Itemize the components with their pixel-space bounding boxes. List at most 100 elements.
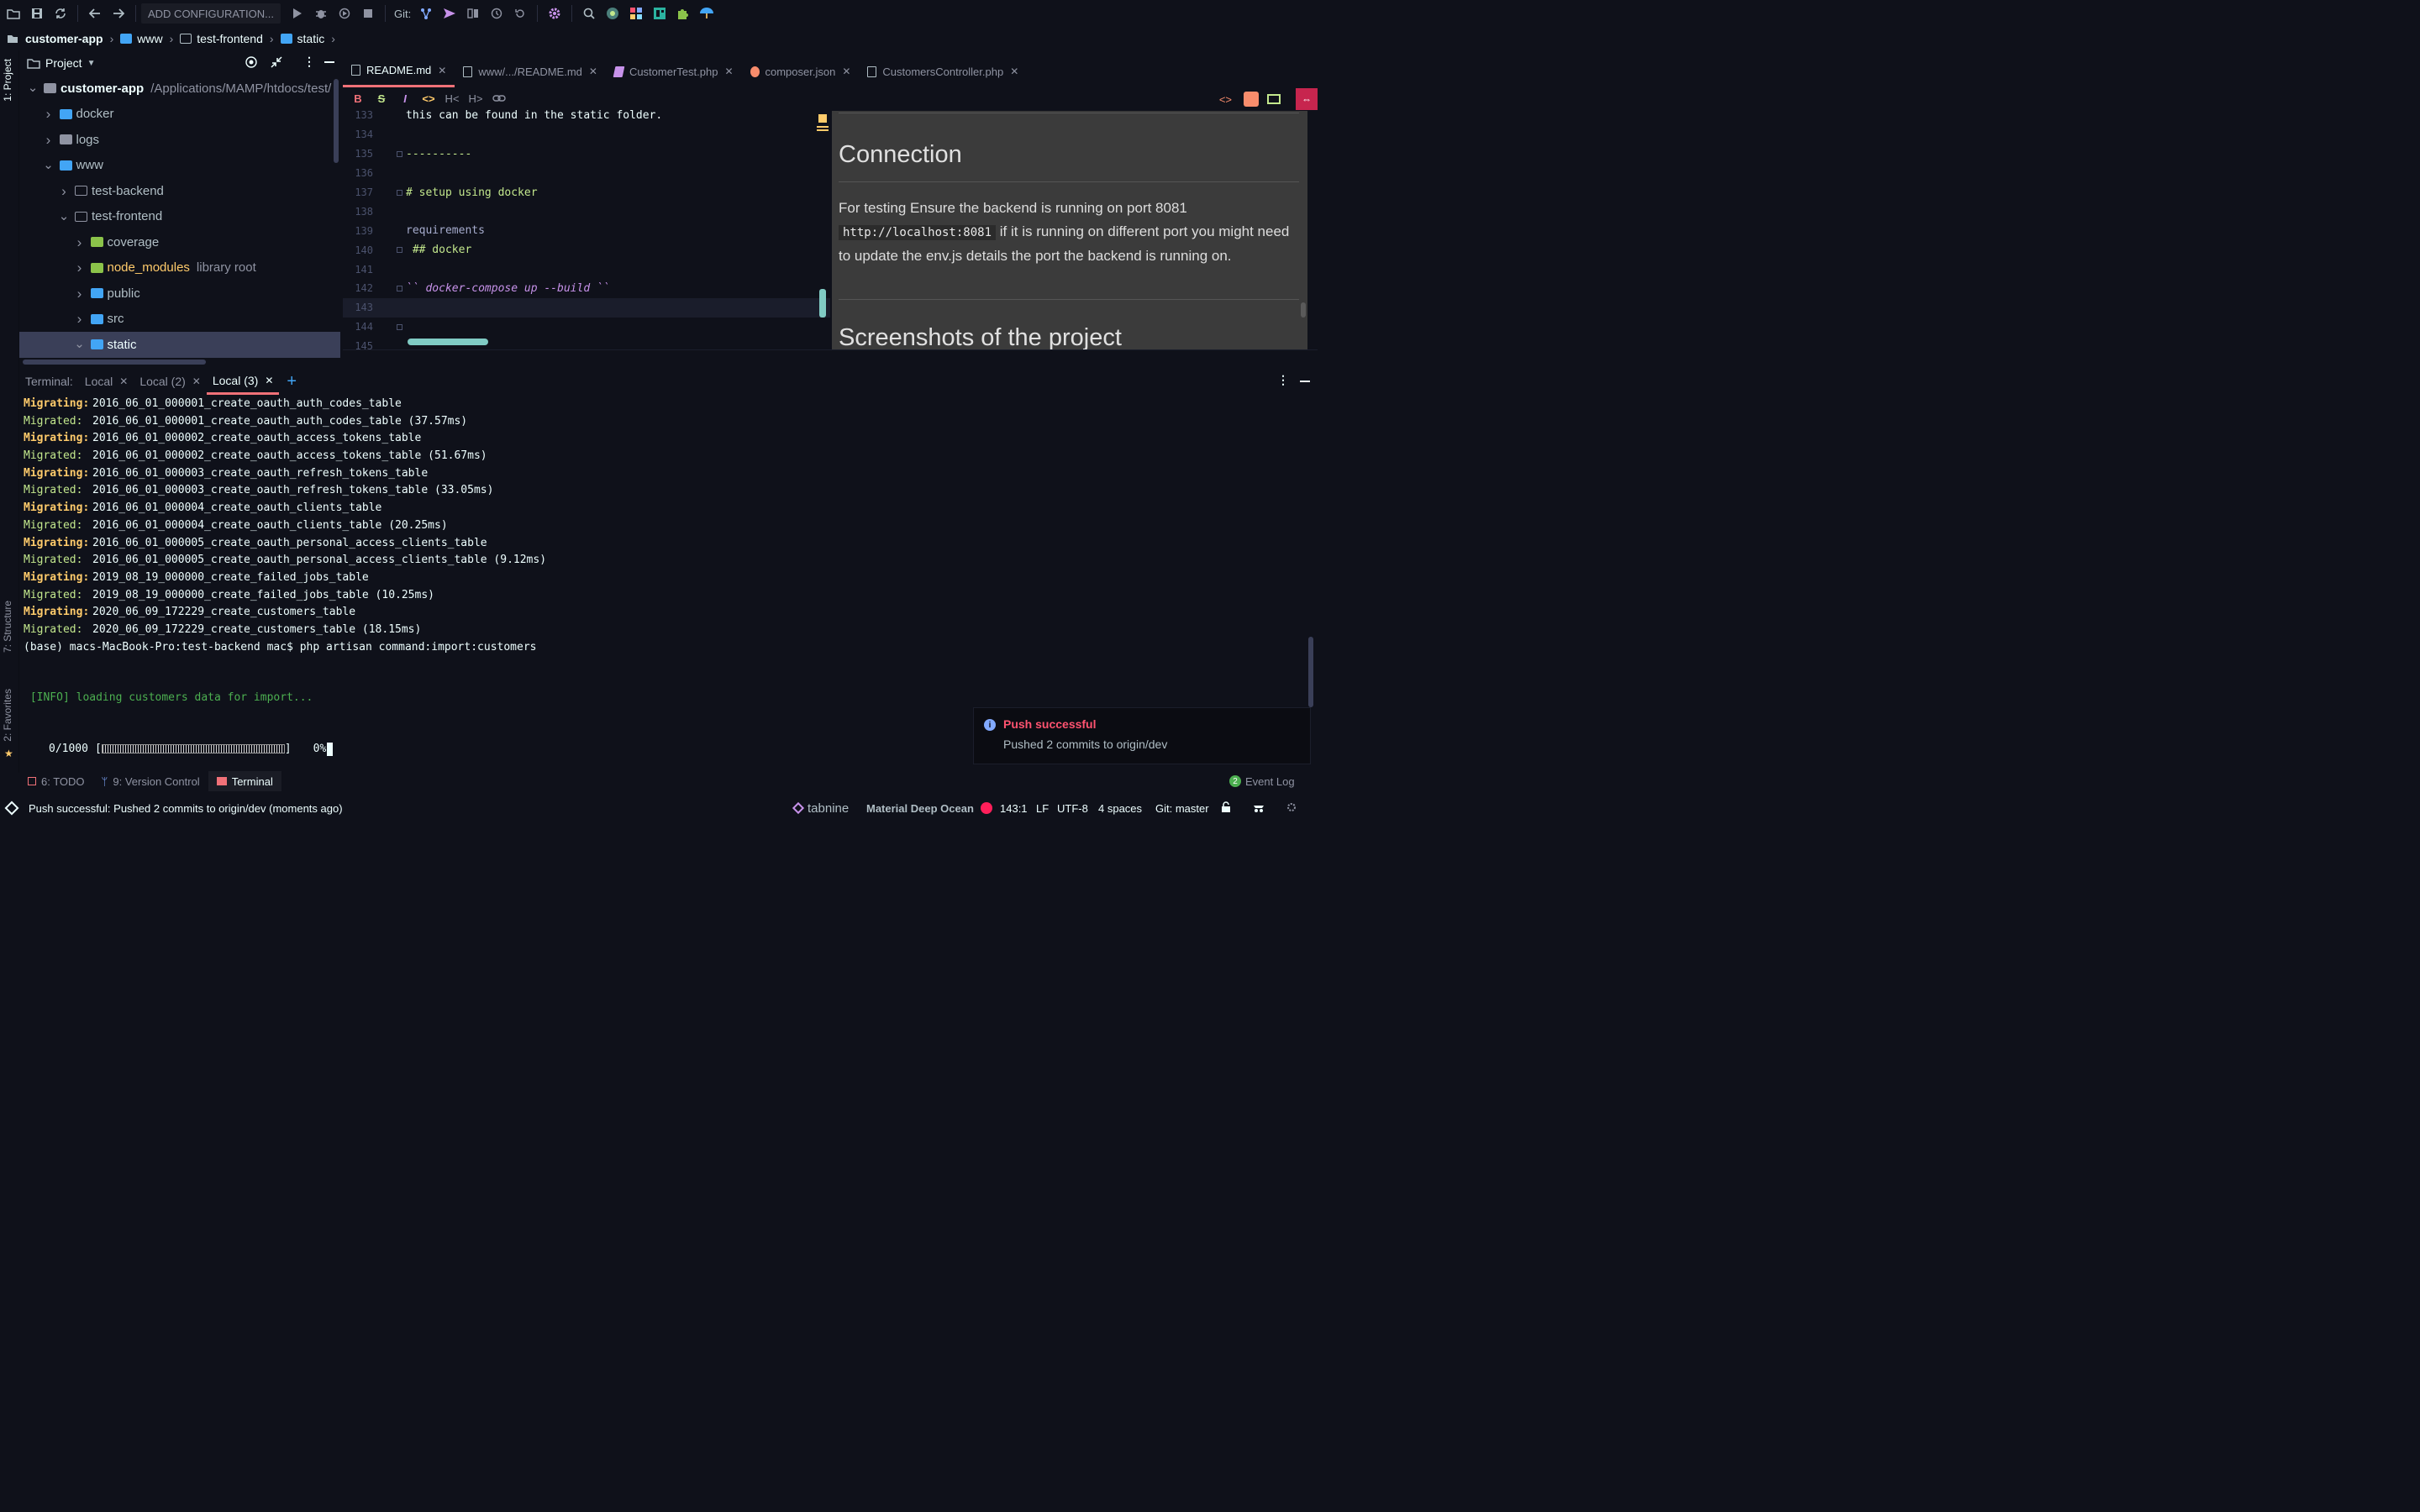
- close-icon[interactable]: ✕: [192, 375, 201, 387]
- umbrella-icon[interactable]: [697, 3, 717, 24]
- theme-widget[interactable]: Material Deep Ocean: [866, 802, 974, 815]
- preview-width-icon[interactable]: ⇔: [1296, 88, 1318, 110]
- tree-item[interactable]: › logs: [19, 127, 340, 153]
- terminal-tab-local-2[interactable]: Local (2) ✕: [134, 368, 207, 395]
- inspector-icon[interactable]: [1252, 801, 1265, 816]
- tree-item[interactable]: ⌄ www: [19, 153, 340, 179]
- lock-icon[interactable]: [1221, 801, 1231, 816]
- layout-plugin-icon[interactable]: [650, 3, 670, 24]
- tree-item[interactable]: › coverage: [19, 229, 340, 255]
- stop-icon[interactable]: [358, 3, 378, 24]
- caret-position[interactable]: 143:1: [1000, 802, 1028, 815]
- event-log-button[interactable]: 2 Event Log: [1221, 771, 1303, 791]
- chevron-right-icon[interactable]: ›: [42, 107, 55, 121]
- git-push-icon[interactable]: [439, 3, 460, 24]
- increase-heading-icon[interactable]: H>: [464, 92, 487, 105]
- chevron-right-icon[interactable]: ›: [73, 286, 87, 301]
- git-history-icon[interactable]: [487, 3, 507, 24]
- bold-icon[interactable]: B: [346, 92, 370, 105]
- grid-plugin-icon[interactable]: [626, 3, 646, 24]
- settings-icon[interactable]: [544, 3, 565, 24]
- fold-marker-icon[interactable]: [397, 285, 402, 291]
- tree-item[interactable]: › test-backend: [19, 178, 340, 204]
- tree-item[interactable]: › public: [19, 281, 340, 307]
- editor-horizontal-scrollbar[interactable]: [408, 339, 488, 345]
- close-icon[interactable]: ✕: [724, 66, 733, 77]
- tree-item[interactable]: ⌄ test-frontend: [19, 204, 340, 230]
- locate-file-icon[interactable]: [245, 55, 258, 71]
- collapse-all-icon[interactable]: [270, 55, 283, 71]
- memory-indicator-icon[interactable]: [1286, 801, 1297, 816]
- italic-icon[interactable]: I: [393, 92, 417, 105]
- project-tool-tab[interactable]: 1: Project: [2, 59, 13, 102]
- save-icon[interactable]: [27, 3, 47, 24]
- terminal-scrollbar[interactable]: [1308, 637, 1313, 707]
- code-editor[interactable]: 133 this can be found in the static folde…: [343, 106, 830, 352]
- preview-only-icon[interactable]: [1267, 94, 1281, 104]
- fold-marker-icon[interactable]: [397, 189, 402, 196]
- tree-item[interactable]: › docker: [19, 102, 340, 128]
- new-terminal-icon[interactable]: +: [281, 368, 302, 395]
- editor-tab[interactable]: composer.json ✕: [742, 55, 860, 87]
- tree-item[interactable]: ⌄ static: [19, 332, 340, 358]
- close-icon[interactable]: ✕: [265, 375, 273, 386]
- add-configuration-button[interactable]: ADD CONFIGURATION...: [141, 3, 281, 24]
- close-icon[interactable]: ✕: [119, 375, 128, 387]
- close-icon[interactable]: ✕: [589, 66, 597, 77]
- minimize-terminal-icon[interactable]: [1300, 381, 1310, 382]
- markdown-preview[interactable]: Connection For testing Ensure the backen…: [832, 111, 1307, 349]
- chevron-down-icon[interactable]: ⌄: [57, 210, 71, 223]
- strikethrough-icon[interactable]: S: [370, 92, 393, 105]
- chevron-right-icon[interactable]: ›: [73, 312, 87, 326]
- fold-marker-icon[interactable]: [397, 247, 402, 254]
- close-icon[interactable]: ✕: [842, 66, 850, 77]
- debug-icon[interactable]: [311, 3, 331, 24]
- open-folder-icon[interactable]: [3, 3, 24, 24]
- code-icon[interactable]: <>: [417, 92, 440, 105]
- close-icon[interactable]: ✕: [1010, 66, 1018, 77]
- forward-arrow-icon[interactable]: [108, 3, 129, 24]
- git-branch[interactable]: Git: master: [1155, 802, 1209, 815]
- tree-horizontal-scrollbar[interactable]: [23, 360, 206, 365]
- terminal-tab-local-3[interactable]: Local (3) ✕: [206, 368, 280, 395]
- chevron-right-icon[interactable]: ›: [42, 133, 55, 147]
- chevron-right-icon[interactable]: ›: [73, 235, 87, 249]
- breadcrumb-static[interactable]: static: [280, 32, 324, 45]
- link-icon[interactable]: [487, 92, 511, 105]
- fold-marker-icon[interactable]: [397, 150, 402, 157]
- tree-item[interactable]: › node_modules library root: [19, 255, 340, 281]
- terminal-tab-local[interactable]: Local ✕: [79, 368, 134, 395]
- breadcrumb-customer-app[interactable]: customer-app: [7, 32, 103, 45]
- chevron-down-icon[interactable]: ⌄: [42, 159, 55, 171]
- decrease-heading-icon[interactable]: H<: [440, 92, 464, 105]
- more-options-icon[interactable]: ⋮: [303, 55, 315, 69]
- project-view-selector[interactable]: Project: [45, 56, 82, 70]
- split-view-icon[interactable]: [1244, 92, 1259, 107]
- git-compare-icon[interactable]: [463, 3, 483, 24]
- tabnine-widget[interactable]: tabnine: [792, 801, 849, 816]
- tree-item[interactable]: ⌄ customer-app/Applications/MAMP/htdocs/t…: [19, 76, 340, 102]
- git-rollback-icon[interactable]: [510, 3, 530, 24]
- editor-tab[interactable]: CustomersController.php ✕: [859, 55, 1027, 87]
- run-icon[interactable]: [287, 3, 308, 24]
- fold-marker-icon[interactable]: [397, 323, 402, 330]
- chevron-right-icon[interactable]: ›: [57, 184, 71, 198]
- file-encoding[interactable]: UTF-8: [1057, 802, 1088, 815]
- chevron-down-icon[interactable]: ⌄: [73, 338, 87, 350]
- terminal-options-icon[interactable]: ⋮: [1277, 373, 1289, 387]
- chevron-down-icon[interactable]: ▼: [87, 59, 96, 68]
- preview-scrollbar[interactable]: [1301, 302, 1306, 318]
- todo-tool-button[interactable]: 6: TODO: [19, 771, 93, 791]
- minimize-panel-icon[interactable]: [324, 61, 334, 63]
- search-icon[interactable]: [579, 3, 599, 24]
- puzzle-plugin-icon[interactable]: [673, 3, 693, 24]
- favorites-tool-tab[interactable]: 2: Favorites: [2, 689, 13, 742]
- sync-icon[interactable]: [50, 3, 71, 24]
- breadcrumb-www[interactable]: www: [120, 32, 163, 45]
- indent-setting[interactable]: 4 spaces: [1098, 802, 1142, 815]
- structure-tool-tab[interactable]: 7: Structure: [2, 601, 13, 653]
- editor-tab[interactable]: CustomerTest.php ✕: [606, 55, 742, 87]
- editor-tab[interactable]: README.md ✕: [343, 55, 455, 87]
- status-message[interactable]: Push successful: Pushed 2 commits to ori…: [29, 802, 343, 815]
- back-arrow-icon[interactable]: [85, 3, 105, 24]
